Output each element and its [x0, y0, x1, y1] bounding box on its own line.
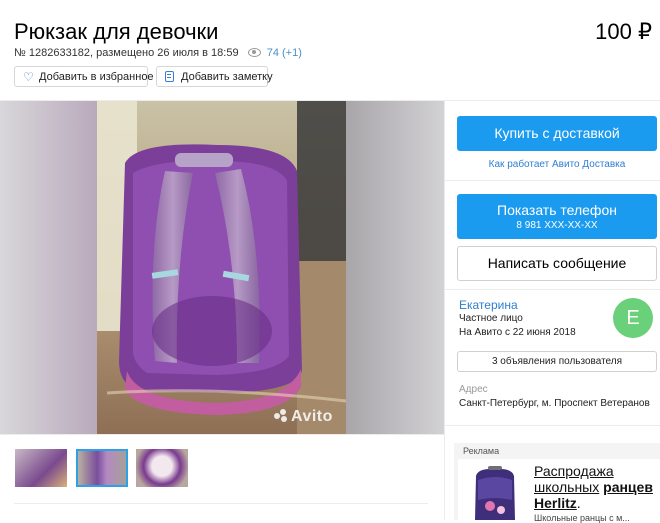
thumbs-divider [14, 503, 428, 504]
gallery-blur-right [346, 101, 444, 434]
gallery-divider [0, 434, 444, 435]
listing-number-date: № 1282633182, размещено 26 июля в 18:59 [14, 47, 239, 59]
ad-title-period: . [576, 495, 581, 511]
gallery-thumbnail-selected[interactable] [76, 449, 128, 487]
seller-since: На Авито с 22 июня 2018 [459, 327, 576, 338]
ad-title-brand: Herlitz [534, 495, 577, 511]
eye-icon [247, 48, 261, 57]
column-divider [444, 101, 445, 520]
note-icon [165, 71, 174, 82]
phone-number-masked: 8 981 XXX-XX-XX [516, 220, 598, 231]
avito-logo-icon [274, 409, 288, 423]
ad-backpack-image [468, 466, 522, 520]
heart-icon: ♡ [23, 70, 34, 84]
write-message-button[interactable]: Написать сообщение [457, 246, 657, 281]
photo-gallery[interactable] [0, 101, 444, 434]
sidebar-divider [444, 289, 660, 290]
ad-image[interactable] [468, 466, 522, 520]
avito-watermark: Avito [274, 407, 333, 426]
add-to-favorites-label: Добавить в избранное [39, 71, 154, 83]
buy-with-delivery-button[interactable]: Купить с доставкой [457, 116, 657, 151]
listing-title: Рюкзак для девочки [14, 19, 219, 44]
views-count[interactable]: 74 (+1) [267, 47, 302, 59]
ad-subtitle: Школьные ранцы с м... [534, 513, 630, 523]
ad-title-line1: Распродажа [534, 463, 614, 479]
delivery-info-link[interactable]: Как работает Авито Доставка [457, 159, 657, 170]
ad-title-line2: школьных [534, 479, 600, 495]
ad-title[interactable]: Распродажа школьных ранцев Herlitz. [534, 463, 658, 511]
listing-meta: № 1282633182, размещено 26 июля в 18:59 … [14, 47, 302, 59]
address-value: Санкт-Петербург, м. Проспект Ветеранов [459, 398, 650, 409]
ad-title-line2-bold: ранцев [603, 479, 653, 495]
seller-name-link[interactable]: Екатерина [459, 298, 518, 312]
gallery-thumbnail[interactable] [15, 449, 67, 487]
gallery-thumbnail[interactable] [136, 449, 188, 487]
ad-label: Реклама [463, 446, 500, 456]
user-ads-button[interactable]: 3 объявления пользователя [457, 351, 657, 372]
avatar[interactable]: E [613, 298, 653, 338]
sidebar-divider [444, 425, 660, 426]
add-note-button[interactable]: Добавить заметку [156, 66, 273, 87]
add-to-favorites-button[interactable]: ♡ Добавить в избранное [14, 66, 154, 87]
show-phone-button[interactable]: Показать телефон 8 981 XXX-XX-XX [457, 194, 657, 239]
watermark-text: Avito [291, 408, 333, 425]
main-photo[interactable] [97, 101, 346, 434]
sidebar-divider [444, 180, 660, 181]
seller-type: Частное лицо [459, 313, 523, 324]
address-label: Адрес [459, 384, 488, 395]
backpack-photo-image [97, 101, 346, 434]
gallery-blur-left [0, 101, 97, 434]
listing-price: 100 ₽ [595, 19, 652, 44]
show-phone-label: Показать телефон [497, 202, 617, 218]
add-note-label: Добавить заметку [181, 71, 273, 83]
